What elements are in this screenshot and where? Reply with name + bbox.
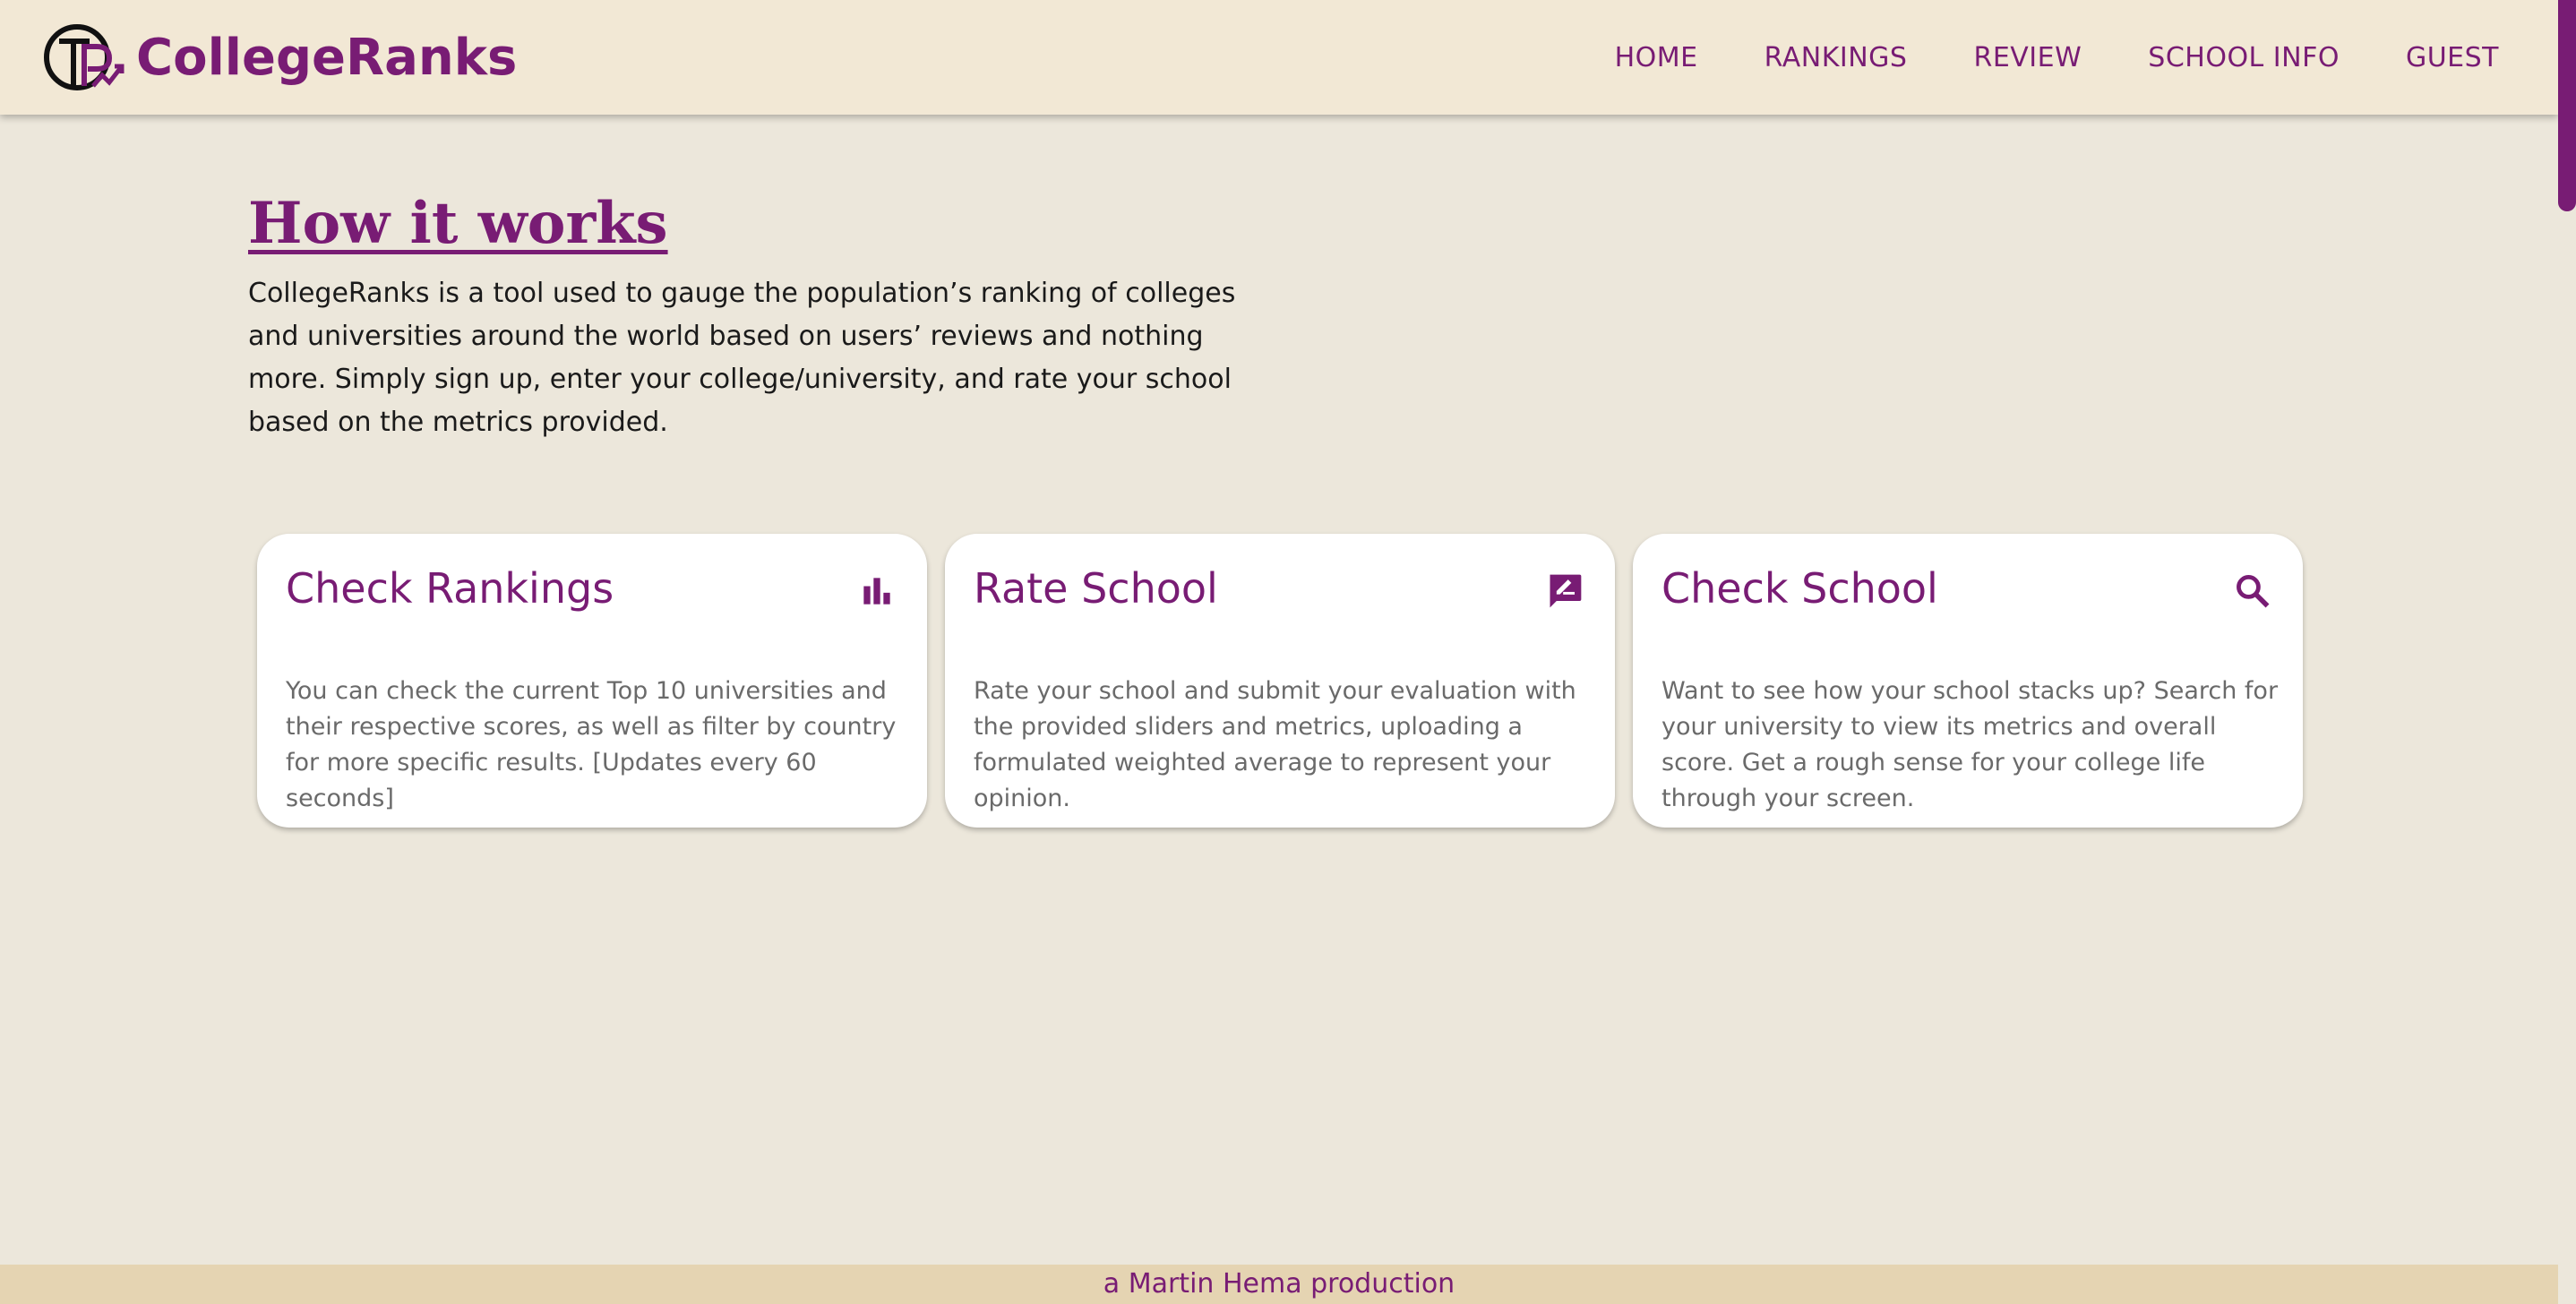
intro-text: CollegeRanks is a tool used to gauge the…: [248, 278, 1236, 438]
bar-chart-icon: [863, 578, 890, 605]
card-title: Rate School: [974, 564, 1218, 613]
top-navbar: CollegeRanks HOME RANKINGS REVIEW SCHOOL…: [0, 0, 2558, 115]
card-check-school[interactable]: Check School Want to see how your school…: [1633, 534, 2303, 828]
brand-logo-link[interactable]: CollegeRanks: [43, 20, 517, 95]
brand-name: CollegeRanks: [136, 28, 518, 87]
nav-guest[interactable]: GUEST: [2406, 42, 2499, 73]
feature-cards: Check Rankings You can check the current…: [257, 534, 2303, 828]
footer-credit: a Martin Hema production: [1103, 1268, 1455, 1300]
logo-icon: [44, 24, 125, 90]
card-title: Check Rankings: [286, 564, 614, 613]
nav-review[interactable]: REVIEW: [1973, 42, 2082, 73]
search-icon: [2237, 575, 2270, 608]
card-check-rankings[interactable]: Check Rankings You can check the current…: [257, 534, 927, 828]
nav-school-info[interactable]: SCHOOL INFO: [2148, 42, 2340, 73]
rate-review-icon: [1550, 574, 1582, 608]
card-description: Want to see how your school stacks up? S…: [1662, 677, 2279, 812]
nav-rankings[interactable]: RANKINGS: [1765, 42, 1908, 73]
card-description: You can check the current Top 10 univers…: [286, 677, 897, 812]
card-rate-school[interactable]: Rate School Rate your school and submit …: [945, 534, 1615, 828]
page-heading: How it works: [248, 190, 668, 257]
intro-section: How it works CollegeRanks is a tool used…: [248, 188, 1269, 444]
scrollbar-thumb[interactable]: [2558, 0, 2576, 211]
main-nav: HOME RANKINGS REVIEW SCHOOL INFO GUEST: [1549, 0, 2499, 115]
card-title: Check School: [1662, 564, 1938, 613]
nav-home[interactable]: HOME: [1615, 42, 1698, 73]
card-description: Rate your school and submit your evaluat…: [974, 677, 1576, 812]
footer: a Martin Hema production: [0, 1265, 2558, 1304]
